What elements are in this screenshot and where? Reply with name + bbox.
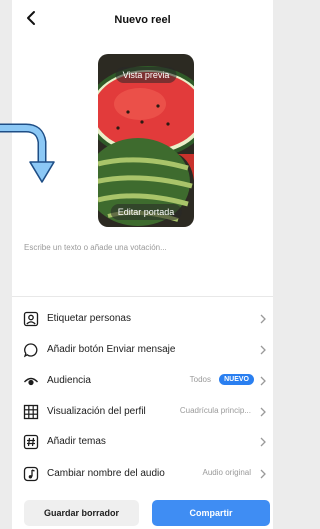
chevron-right-icon	[260, 345, 266, 355]
audience-value: Todos	[189, 375, 211, 384]
option-label: Etiquetar personas	[47, 313, 131, 324]
chevron-right-icon	[260, 314, 266, 324]
share-button[interactable]: Compartir	[152, 500, 270, 526]
option-profile-display[interactable]: Visualización del perfil Cuadrícula prin…	[12, 400, 273, 424]
option-label: Añadir botón Enviar mensaje	[47, 344, 176, 355]
option-label: Visualización del perfil	[47, 406, 146, 417]
edit-cover-button[interactable]: Editar portada	[110, 204, 182, 220]
chevron-right-icon	[260, 437, 266, 447]
header: Nuevo reel	[12, 0, 273, 38]
chevron-right-icon	[260, 469, 266, 479]
preview-label[interactable]: Vista previa	[115, 67, 177, 83]
option-label: Audiencia	[47, 375, 91, 386]
option-label: Cambiar nombre del audio	[47, 468, 165, 479]
new-reel-screen: Nuevo reel Vista previa Editar portada E…	[12, 0, 273, 529]
option-add-message-button[interactable]: Añadir botón Enviar mensaje	[12, 338, 273, 362]
message-bubble-icon	[23, 343, 38, 358]
audio-name-value: Audio original	[202, 468, 251, 477]
chevron-right-icon	[260, 407, 266, 417]
option-add-topics[interactable]: Añadir temas	[12, 430, 273, 454]
reel-preview-thumbnail[interactable]: Vista previa Editar portada	[98, 54, 194, 227]
option-tag-people[interactable]: Etiquetar personas	[12, 307, 273, 331]
option-label: Añadir temas	[47, 436, 106, 447]
page-title: Nuevo reel	[114, 14, 171, 26]
music-note-icon	[23, 466, 39, 482]
option-audience[interactable]: Audiencia Todos NUEVO	[12, 369, 273, 393]
divider	[12, 296, 273, 297]
tag-person-icon	[23, 311, 39, 327]
caption-input[interactable]: Escribe un texto o añade una votación...	[24, 243, 167, 252]
grid-icon	[23, 404, 39, 420]
profile-display-value: Cuadrícula princip...	[179, 406, 251, 415]
eye-icon	[23, 377, 39, 386]
hashtag-icon	[23, 434, 39, 450]
option-rename-audio[interactable]: Cambiar nombre del audio Audio original	[12, 462, 273, 486]
curved-arrow-icon	[0, 123, 55, 183]
save-draft-button[interactable]: Guardar borrador	[24, 500, 139, 526]
chevron-right-icon	[260, 376, 266, 386]
new-badge: NUEVO	[219, 374, 254, 385]
